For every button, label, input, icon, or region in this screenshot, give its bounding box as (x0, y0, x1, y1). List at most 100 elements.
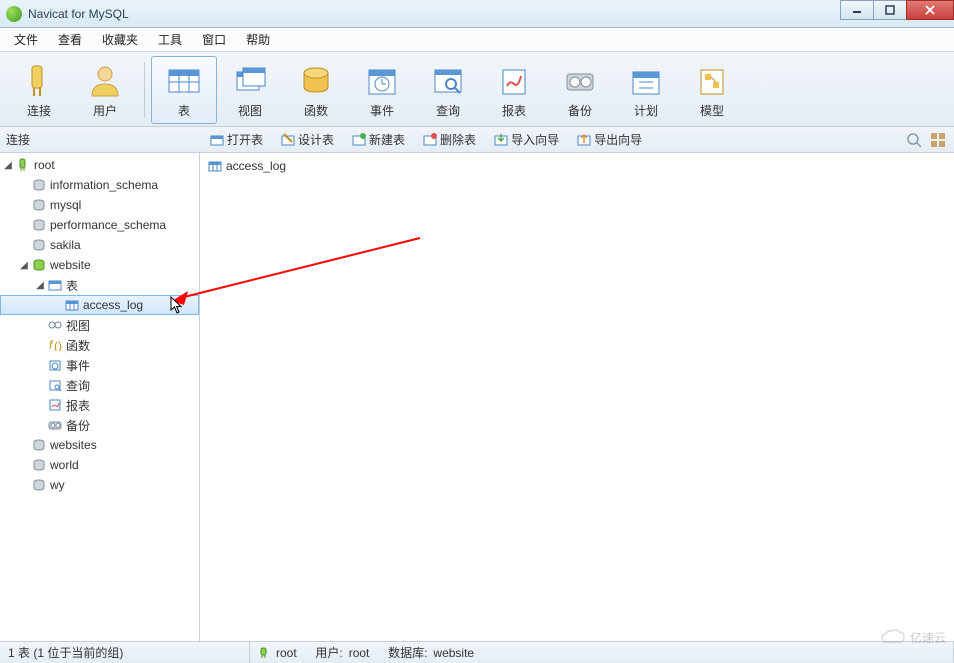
toolbar-user-button[interactable]: 用户 (72, 56, 138, 124)
toolbar-view-button[interactable]: 视图 (217, 56, 283, 124)
tree-db-performance-schema[interactable]: performance_schema (0, 215, 199, 235)
tree-folder-events[interactable]: 事件 (0, 355, 199, 375)
search-icon[interactable] (906, 132, 922, 148)
connection-tree[interactable]: ◢ root information_schema mysql performa… (0, 153, 200, 641)
design-table-icon (281, 133, 295, 147)
tree-db-label: website (50, 258, 91, 272)
new-table-label: 新建表 (369, 131, 405, 148)
backup-icon (561, 62, 599, 100)
tree-folder-reports[interactable]: 报表 (0, 395, 199, 415)
collapse-icon[interactable]: ◢ (34, 280, 46, 291)
tree-db-website[interactable]: ◢ website (0, 255, 199, 275)
status-db-value: website (433, 646, 474, 660)
menubar: 文件 查看 收藏夹 工具 窗口 帮助 (0, 28, 954, 52)
tree-root-connection[interactable]: ◢ root (0, 155, 199, 175)
new-table-button[interactable]: 新建表 (348, 129, 409, 150)
toolbar-query-button[interactable]: 查询 (415, 56, 481, 124)
annotation-arrow (170, 233, 430, 313)
maximize-button[interactable] (873, 0, 907, 20)
status-user-label: 用户: (315, 644, 342, 661)
watermark: 亿速云 (880, 628, 946, 646)
tree-folder-views[interactable]: 视图 (0, 315, 199, 335)
tree-db-sakila[interactable]: sakila (0, 235, 199, 255)
open-table-button[interactable]: 打开表 (206, 129, 267, 150)
schedule-icon (627, 62, 665, 100)
collapse-icon[interactable]: ◢ (2, 160, 14, 171)
import-wizard-label: 导入向导 (511, 131, 559, 148)
tree-db-label: world (50, 458, 79, 472)
toolbar-schedule-label: 计划 (634, 102, 658, 119)
toolbar-report-button[interactable]: 报表 (481, 56, 547, 124)
window-controls (841, 0, 954, 20)
tree-db-mysql[interactable]: mysql (0, 195, 199, 215)
view-icon (231, 62, 269, 100)
connection-icon (15, 158, 31, 172)
export-wizard-button[interactable]: 导出向导 (573, 129, 646, 150)
menu-view[interactable]: 查看 (48, 28, 92, 51)
toolbar-model-label: 模型 (700, 102, 724, 119)
menu-file[interactable]: 文件 (4, 28, 48, 51)
grid-view-icon[interactable] (930, 132, 946, 148)
tree-table-access-log[interactable]: access_log (0, 295, 199, 315)
tree-db-label: performance_schema (50, 218, 166, 232)
import-wizard-button[interactable]: 导入向导 (490, 129, 563, 150)
tree-folder-label: 备份 (66, 417, 90, 434)
design-table-button[interactable]: 设计表 (277, 129, 338, 150)
subbar-right-tools (906, 132, 946, 148)
toolbar-backup-button[interactable]: 备份 (547, 56, 613, 124)
database-icon (31, 438, 47, 452)
tree-db-label: information_schema (50, 178, 158, 192)
toolbar-table-label: 表 (178, 102, 190, 119)
toolbar-separator (144, 62, 145, 118)
tree-folder-functions[interactable]: f()函数 (0, 335, 199, 355)
tree-db-wy[interactable]: wy (0, 475, 199, 495)
tree-db-information-schema[interactable]: information_schema (0, 175, 199, 195)
menu-help[interactable]: 帮助 (236, 28, 280, 51)
database-icon (31, 478, 47, 492)
collapse-icon[interactable]: ◢ (18, 260, 30, 271)
database-icon (31, 218, 47, 232)
titlebar: Navicat for MySQL (0, 0, 954, 28)
plug-icon (20, 62, 58, 100)
minimize-button[interactable] (840, 0, 874, 20)
window-title: Navicat for MySQL (28, 7, 129, 21)
object-item-access-log[interactable]: access_log (206, 157, 948, 175)
tree-folder-label: 查询 (66, 377, 90, 394)
import-icon (494, 133, 508, 147)
tree-db-websites[interactable]: websites (0, 435, 199, 455)
toolbar-table-button[interactable]: 表 (151, 56, 217, 124)
tree-db-label: mysql (50, 198, 81, 212)
object-list-pane[interactable]: access_log (200, 153, 954, 641)
database-icon (31, 458, 47, 472)
tree-folder-label: 报表 (66, 397, 90, 414)
database-icon (31, 198, 47, 212)
main-toolbar: 连接 用户 表 视图 函数 事件 查询 (0, 52, 954, 127)
toolbar-connect-button[interactable]: 连接 (6, 56, 72, 124)
watermark-text: 亿速云 (910, 629, 946, 646)
tree-folder-tables[interactable]: ◢表 (0, 275, 199, 295)
export-wizard-label: 导出向导 (594, 131, 642, 148)
table-icon (165, 62, 203, 100)
event-icon (363, 62, 401, 100)
queries-icon (47, 378, 63, 392)
menu-favorites[interactable]: 收藏夹 (92, 28, 148, 51)
toolbar-event-button[interactable]: 事件 (349, 56, 415, 124)
toolbar-schedule-button[interactable]: 计划 (613, 56, 679, 124)
export-icon (577, 133, 591, 147)
close-button[interactable] (906, 0, 954, 20)
delete-table-button[interactable]: 删除表 (419, 129, 480, 150)
toolbar-event-label: 事件 (370, 102, 394, 119)
tree-db-world[interactable]: world (0, 455, 199, 475)
toolbar-backup-label: 备份 (568, 102, 592, 119)
toolbar-func-button[interactable]: 函数 (283, 56, 349, 124)
tree-folder-backups[interactable]: 备份 (0, 415, 199, 435)
toolbar-query-label: 查询 (436, 102, 460, 119)
status-conn-name: root (276, 646, 297, 660)
status-left: 1 表 (1 位于当前的组) (0, 642, 250, 663)
menu-tools[interactable]: 工具 (148, 28, 192, 51)
toolbar-model-button[interactable]: 模型 (679, 56, 745, 124)
tree-folder-queries[interactable]: 查询 (0, 375, 199, 395)
new-table-icon (352, 133, 366, 147)
menu-window[interactable]: 窗口 (192, 28, 236, 51)
delete-table-icon (423, 133, 437, 147)
